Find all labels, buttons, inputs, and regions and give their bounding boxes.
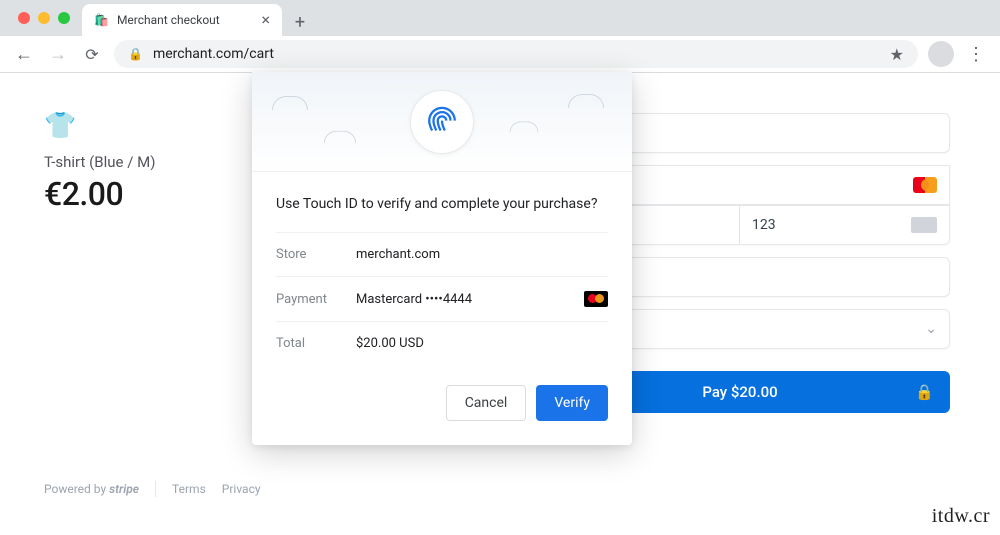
dialog-prompt: Use Touch ID to verify and complete your… xyxy=(276,196,608,212)
tab-bar: 🛍️ Merchant checkout × + xyxy=(0,0,1000,36)
address-bar: ← → ⟳ 🔒 merchant.com/cart ★ ⋮ xyxy=(0,36,1000,72)
cvc-icon xyxy=(911,217,937,233)
total-value: $20.00 USD xyxy=(356,336,608,351)
cloud-icon xyxy=(272,96,308,110)
new-tab-button[interactable]: + xyxy=(286,8,314,36)
powered-by-label: Powered by stripe xyxy=(44,482,139,496)
cloud-icon xyxy=(568,94,604,108)
touchid-dialog: Use Touch ID to verify and complete your… xyxy=(252,72,632,445)
tshirt-icon: 👕 xyxy=(44,111,240,141)
cvc-value: 123 xyxy=(752,217,776,233)
footer: Powered by stripe Terms Privacy xyxy=(44,481,261,497)
forward-button[interactable]: → xyxy=(46,44,70,65)
cancel-button[interactable]: Cancel xyxy=(446,385,527,421)
pay-label: Pay $20.00 xyxy=(702,383,777,401)
reload-button[interactable]: ⟳ xyxy=(80,45,104,64)
window-controls xyxy=(10,0,78,36)
dialog-actions: Cancel Verify xyxy=(276,385,608,421)
payment-label: Payment xyxy=(276,292,356,307)
tab-title: Merchant checkout xyxy=(117,13,220,27)
url-input[interactable]: 🔒 merchant.com/cart ★ xyxy=(114,40,918,68)
profile-avatar[interactable] xyxy=(928,41,954,67)
bookmark-star-icon[interactable]: ★ xyxy=(890,45,904,64)
browser-tab[interactable]: 🛍️ Merchant checkout × xyxy=(82,4,282,36)
tab-close-icon[interactable]: × xyxy=(261,12,270,28)
chevron-down-icon: ⌄ xyxy=(925,321,937,337)
product-name: T-shirt (Blue / M) xyxy=(44,153,240,171)
back-button[interactable]: ← xyxy=(12,44,36,65)
tab-favicon-icon: 🛍️ xyxy=(94,13,109,27)
browser-chrome: 🛍️ Merchant checkout × + ← → ⟳ 🔒 merchan… xyxy=(0,0,1000,73)
total-label: Total xyxy=(276,336,356,351)
window-close-button[interactable] xyxy=(18,12,30,24)
dialog-header xyxy=(252,72,632,172)
cvc-input[interactable]: 123 xyxy=(740,205,950,245)
cloud-icon xyxy=(510,121,539,132)
url-text: merchant.com/cart xyxy=(153,46,274,62)
product-summary: 👕 T-shirt (Blue / M) €2.00 xyxy=(0,73,240,535)
store-value: merchant.com xyxy=(356,247,608,262)
privacy-link[interactable]: Privacy xyxy=(222,482,261,496)
lock-icon: 🔒 xyxy=(128,47,143,61)
cloud-icon xyxy=(324,131,356,144)
watermark: itdw.cr xyxy=(932,505,990,528)
payment-value: Mastercard ••••4444 xyxy=(356,292,584,307)
store-label: Store xyxy=(276,247,356,262)
mastercard-icon xyxy=(913,177,937,193)
fingerprint-icon xyxy=(410,90,474,154)
terms-link[interactable]: Terms xyxy=(172,482,206,496)
total-row: Total $20.00 USD xyxy=(276,321,608,365)
divider xyxy=(155,481,156,497)
mastercard-icon xyxy=(584,291,608,307)
dialog-body: Use Touch ID to verify and complete your… xyxy=(252,172,632,445)
store-row: Store merchant.com xyxy=(276,232,608,276)
menu-button[interactable]: ⋮ xyxy=(964,44,988,65)
product-price: €2.00 xyxy=(44,175,240,213)
verify-button[interactable]: Verify xyxy=(536,385,608,421)
window-minimize-button[interactable] xyxy=(38,12,50,24)
lock-icon: 🔒 xyxy=(915,383,934,401)
window-maximize-button[interactable] xyxy=(58,12,70,24)
payment-row: Payment Mastercard ••••4444 xyxy=(276,276,608,321)
